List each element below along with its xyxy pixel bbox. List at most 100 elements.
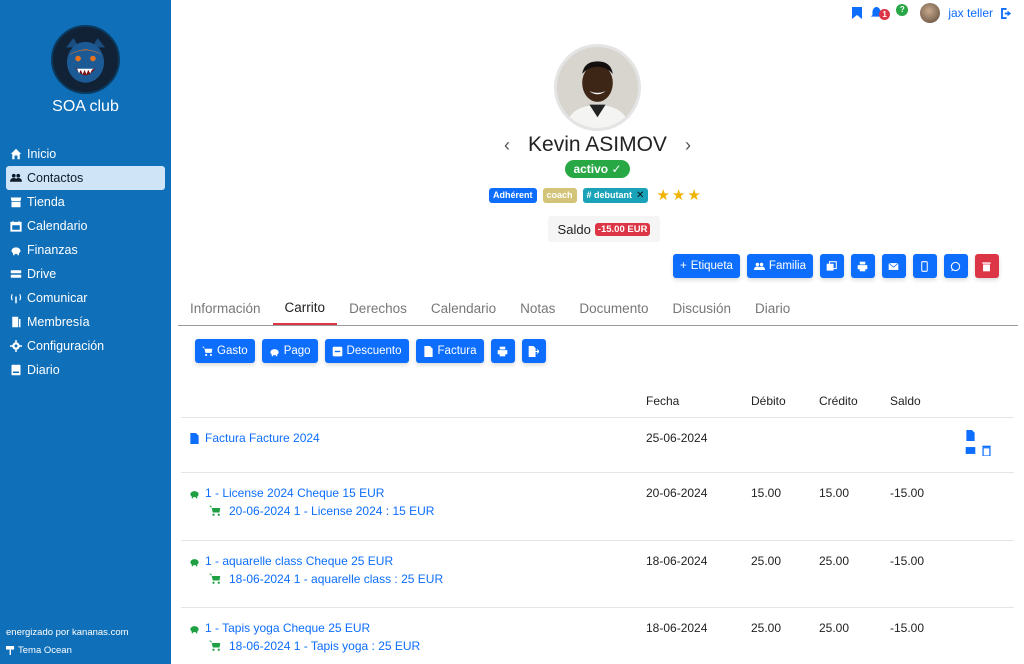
copy-icon xyxy=(827,260,838,271)
row-fecha: 20-06-2024 xyxy=(646,486,708,500)
tab-derechos[interactable]: Derechos xyxy=(337,291,419,325)
cart-icon xyxy=(209,573,221,584)
sidebar-item-label: Tienda xyxy=(27,195,65,209)
user-avatar[interactable] xyxy=(920,3,941,23)
tag-coach[interactable]: coach xyxy=(542,187,577,203)
tab-documento[interactable]: Documento xyxy=(567,291,660,325)
row-title: 1 - Tapis yoga Cheque 25 EUR xyxy=(205,621,371,635)
calendar-icon xyxy=(9,219,23,233)
bookmark-icon[interactable] xyxy=(852,7,863,19)
balance-badge: -15.00 EUR xyxy=(594,222,651,236)
sidebar-item-diario[interactable]: Diario xyxy=(6,358,165,382)
next-contact-chevron-icon[interactable]: › xyxy=(685,135,691,156)
cart-table: Fecha Débito Crédito Saldo Factura Factu… xyxy=(181,385,1014,664)
tab-discusion[interactable]: Discusión xyxy=(660,291,743,325)
invoice-link[interactable]: Factura Facture 2024 xyxy=(189,431,320,445)
payment-link[interactable]: 1 - aquarelle class Cheque 25 EUR xyxy=(189,554,393,568)
contact-name: Kevin ASIMOV xyxy=(528,133,667,156)
whatsapp-button[interactable] xyxy=(943,254,968,278)
create-invoice-button[interactable]: Factura xyxy=(415,339,484,363)
row-saldo: -15.00 xyxy=(890,621,925,635)
header-fecha: Fecha xyxy=(646,394,680,408)
broadcast-icon xyxy=(9,291,23,305)
print-button[interactable] xyxy=(850,254,875,278)
purchase-link[interactable]: 20-06-2024 1 - License 2024 : 15 EUR xyxy=(209,504,434,518)
tab-carrito[interactable]: Carrito xyxy=(272,291,338,325)
tag-debutant[interactable]: # debutant ✕ xyxy=(582,187,649,203)
row-fecha: 25-06-2024 xyxy=(646,431,708,445)
purchase-link[interactable]: 18-06-2024 1 - Tapis yoga : 25 EUR xyxy=(209,639,420,653)
plus-icon: + xyxy=(680,260,687,272)
piggy-bank-icon xyxy=(9,243,23,257)
export-cart-button[interactable] xyxy=(521,339,546,363)
logout-icon[interactable] xyxy=(1001,7,1014,19)
file-export-icon xyxy=(528,345,540,357)
sidebar-item-label: Calendario xyxy=(27,219,88,233)
purchase-link[interactable]: 18-06-2024 1 - aquarelle class : 25 EUR xyxy=(209,572,443,586)
expense-label: Gasto xyxy=(217,345,248,357)
tab-informacion[interactable]: Información xyxy=(178,291,273,325)
row-saldo: -15.00 xyxy=(890,554,925,568)
club-logo[interactable] xyxy=(51,25,120,94)
file-icon[interactable] xyxy=(965,430,976,441)
remove-tag-icon[interactable]: ✕ xyxy=(636,190,644,201)
sidebar-item-calendario[interactable]: Calendario xyxy=(6,214,165,238)
sidebar-item-tienda[interactable]: Tienda xyxy=(6,190,165,214)
discount-label: Descuento xyxy=(346,345,402,357)
help-icon[interactable]: ? xyxy=(896,4,909,16)
rating-stars[interactable]: ★★★ xyxy=(656,186,702,204)
add-payment-button[interactable]: Pago xyxy=(261,339,318,363)
add-tag-button[interactable]: + Etiqueta xyxy=(673,254,740,278)
email-button[interactable] xyxy=(881,254,906,278)
print-cart-button[interactable] xyxy=(490,339,515,363)
duplicate-button[interactable] xyxy=(819,254,844,278)
sidebar-item-inicio[interactable]: Inicio xyxy=(6,142,165,166)
tab-notas[interactable]: Notas xyxy=(508,291,567,325)
header-credito: Crédito xyxy=(819,394,858,408)
tab-calendario[interactable]: Calendario xyxy=(419,291,508,325)
delete-contact-button[interactable] xyxy=(974,254,999,278)
book-icon xyxy=(9,363,23,377)
tag-adherent[interactable]: Adhérent xyxy=(489,187,537,203)
previous-contact-chevron-icon[interactable]: ‹ xyxy=(504,135,510,156)
sidebar-item-contactos[interactable]: Contactos xyxy=(6,166,165,190)
balance-label: Saldo xyxy=(557,221,591,237)
profile-photo[interactable] xyxy=(554,44,641,131)
club-name: SOA club xyxy=(52,98,119,115)
envelope-icon[interactable] xyxy=(965,445,976,456)
add-discount-button[interactable]: Descuento xyxy=(324,339,409,363)
sms-button[interactable] xyxy=(912,254,937,278)
users-icon xyxy=(9,171,23,185)
status-badge[interactable]: activo ✓ xyxy=(565,160,630,178)
payment-link[interactable]: 1 - Tapis yoga Cheque 25 EUR xyxy=(189,621,370,635)
mobile-icon xyxy=(921,260,929,272)
sidebar-item-label: Inicio xyxy=(27,147,57,161)
add-expense-button[interactable]: Gasto xyxy=(195,339,255,363)
print-icon xyxy=(497,346,508,356)
cart-icon xyxy=(209,640,221,651)
family-button[interactable]: Familia xyxy=(746,254,813,278)
row-actions xyxy=(965,430,992,456)
tab-diario[interactable]: Diario xyxy=(743,291,802,325)
sidebar-item-label: Membresía xyxy=(27,315,90,329)
row-credito: 25.00 xyxy=(819,554,850,568)
sidebar-item-membresia[interactable]: Membresía xyxy=(6,310,165,334)
row-debito: 25.00 xyxy=(751,621,782,635)
sidebar-item-configuracion[interactable]: Configuración xyxy=(6,334,165,358)
theme-selector[interactable]: Tema Ocean xyxy=(6,645,72,656)
sidebar-item-comunicar[interactable]: Comunicar xyxy=(6,286,165,310)
piggy-bank-icon xyxy=(269,346,280,357)
file-icon xyxy=(190,432,199,444)
trash-icon[interactable] xyxy=(981,445,992,456)
notifications-button[interactable]: 1 ? xyxy=(870,4,909,22)
payment-link[interactable]: 1 - License 2024 Cheque 15 EUR xyxy=(189,486,384,500)
invoice-icon xyxy=(423,345,434,357)
header-debito: Débito xyxy=(751,394,786,408)
store-icon xyxy=(9,195,23,209)
notification-count-badge: 1 xyxy=(879,9,890,20)
sidebar-item-finanzas[interactable]: Finanzas xyxy=(6,238,165,262)
user-name-link[interactable]: jax teller xyxy=(948,6,993,20)
table-row: 1 - aquarelle class Cheque 25 EUR 18-06-… xyxy=(181,541,1014,608)
paint-roller-icon xyxy=(6,646,15,655)
sidebar-item-drive[interactable]: Drive xyxy=(6,262,165,286)
